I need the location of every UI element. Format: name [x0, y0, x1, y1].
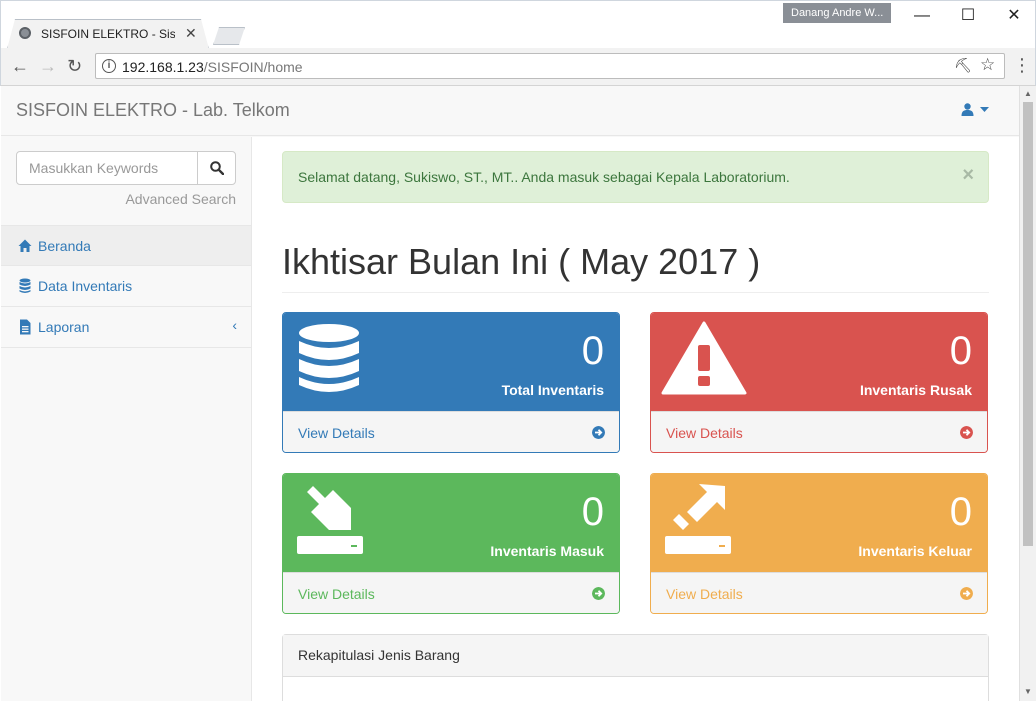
search-button[interactable] — [197, 151, 236, 185]
info-icon[interactable]: i — [102, 59, 116, 73]
panel-label: Inventaris Keluar — [858, 543, 972, 559]
sidebar-item-label: Laporan — [38, 319, 90, 335]
panel-heading: 0 Inventaris Masuk — [283, 474, 619, 572]
sidebar: Advanced Search Beranda Data Inventaris — [1, 137, 252, 701]
rekap-panel-title: Rekapitulasi Jenis Barang — [283, 635, 988, 677]
arrow-circle-right-icon[interactable] — [592, 426, 605, 439]
star-icon[interactable]: ☆ — [980, 55, 995, 75]
view-details-link[interactable]: View Details — [283, 411, 619, 452]
panel-heading: 0 Inventaris Rusak — [651, 313, 987, 411]
chevron-left-icon[interactable]: ‹ — [232, 317, 237, 333]
address-bar[interactable]: i 192.168.1.23/SISFOIN/home ⛏ ☆ — [95, 53, 1005, 79]
sidebar-item-laporan[interactable]: Laporan ‹ — [1, 307, 251, 348]
view-details-link[interactable]: View Details — [651, 572, 987, 613]
scroll-down-icon[interactable]: ▼ — [1024, 687, 1032, 696]
page-scrollbar[interactable]: ▲ ▼ — [1019, 86, 1036, 701]
panel-total-inventaris: 0 Total Inventaris View Details — [282, 312, 620, 453]
sidebar-menu: Beranda Data Inventaris Laporan ‹ — [1, 225, 251, 348]
panel-label: Total Inventaris — [501, 382, 604, 398]
panel-label: Inventaris Rusak — [859, 382, 972, 398]
caret-down-icon — [979, 107, 989, 112]
tab-close-icon[interactable]: ✕ — [185, 25, 197, 42]
view-details-link[interactable]: View Details — [651, 411, 987, 452]
url-text[interactable]: 192.168.1.23/SISFOIN/home — [122, 59, 303, 75]
window-close-icon[interactable]: ✕ — [991, 5, 1036, 27]
web-page: SISFOIN ELEKTRO - Lab. Telkom Advanced S… — [1, 86, 1019, 701]
alert-close-button[interactable]: × — [962, 164, 974, 187]
search-icon — [210, 161, 224, 175]
scroll-up-icon[interactable]: ▲ — [1024, 89, 1032, 98]
panel-heading: 0 Total Inventaris — [283, 313, 619, 411]
home-icon — [18, 239, 32, 252]
profile-badge[interactable]: Danang Andre W... — [783, 3, 891, 23]
panel-inventaris-rusak: 0 Inventaris Rusak View Details — [650, 312, 988, 453]
sidebar-item-beranda[interactable]: Beranda — [1, 225, 251, 266]
user-icon — [961, 103, 974, 116]
sidebar-item-label: Data Inventaris — [38, 278, 133, 294]
advanced-search-link[interactable]: Advanced Search — [125, 191, 236, 207]
panel-value: 0 — [581, 490, 604, 534]
brand-title[interactable]: SISFOIN ELEKTRO - Lab. Telkom — [16, 100, 290, 121]
download-icon — [297, 486, 363, 554]
alert-message: Selamat datang, Sukiswo, ST., MT.. Anda … — [298, 169, 790, 185]
rekap-panel: Rekapitulasi Jenis Barang — [282, 634, 989, 701]
panel-value: 0 — [949, 490, 972, 534]
page-title: Ikhtisar Bulan Ini ( May 2017 ) — [282, 241, 989, 293]
new-tab-button[interactable] — [213, 27, 245, 45]
sidebar-item-data-inventaris[interactable]: Data Inventaris — [1, 266, 251, 307]
user-dropdown-toggle[interactable] — [961, 102, 989, 118]
minimize-icon[interactable]: — — [899, 5, 945, 27]
panel-value: 0 — [581, 329, 604, 373]
panel-heading: 0 Inventaris Keluar — [651, 474, 987, 572]
arrow-circle-right-icon[interactable] — [960, 587, 973, 600]
sidebar-item-label: Beranda — [38, 238, 91, 254]
reload-icon[interactable]: ↻ — [67, 56, 82, 77]
view-details-text[interactable]: View Details — [666, 586, 743, 602]
back-icon[interactable]: ← — [11, 56, 29, 77]
tab-title[interactable]: SISFOIN ELEKTRO - Sistem — [41, 27, 175, 41]
top-navbar: SISFOIN ELEKTRO - Lab. Telkom — [1, 86, 1019, 136]
database-icon — [299, 324, 359, 392]
sidebar-search — [16, 151, 236, 186]
forward-icon[interactable]: → — [39, 56, 57, 77]
arrow-circle-right-icon[interactable] — [960, 426, 973, 439]
view-details-link[interactable]: View Details — [283, 572, 619, 613]
menu-icon[interactable]: ⋮ — [1013, 55, 1031, 76]
maximize-icon[interactable]: ☐ — [945, 5, 991, 27]
arrow-circle-right-icon[interactable] — [592, 587, 605, 600]
browser-toolbar: ← → ↻ i 192.168.1.23/SISFOIN/home ⛏ ☆ ⋮ — [0, 48, 1036, 86]
main-content: Selamat datang, Sukiswo, ST., MT.. Anda … — [252, 137, 1019, 701]
file-icon — [20, 319, 31, 335]
favicon-icon — [19, 27, 31, 39]
upload-icon — [665, 484, 731, 554]
view-details-text[interactable]: View Details — [666, 425, 743, 441]
scrollbar-thumb[interactable] — [1023, 102, 1033, 546]
panel-inventaris-keluar: 0 Inventaris Keluar View Details — [650, 473, 988, 614]
panel-inventaris-masuk: 0 Inventaris Masuk View Details — [282, 473, 620, 614]
search-input[interactable] — [16, 151, 198, 185]
key-icon[interactable]: ⛏ — [954, 57, 972, 74]
view-details-text[interactable]: View Details — [298, 586, 375, 602]
database-icon — [19, 278, 31, 293]
warning-icon — [661, 321, 747, 395]
view-details-text[interactable]: View Details — [298, 425, 375, 441]
welcome-alert: Selamat datang, Sukiswo, ST., MT.. Anda … — [282, 151, 989, 203]
panel-label: Inventaris Masuk — [490, 543, 604, 559]
browser-titlebar: SISFOIN ELEKTRO - Sistem ✕ Danang Andre … — [0, 0, 1036, 49]
panel-value: 0 — [949, 329, 972, 373]
